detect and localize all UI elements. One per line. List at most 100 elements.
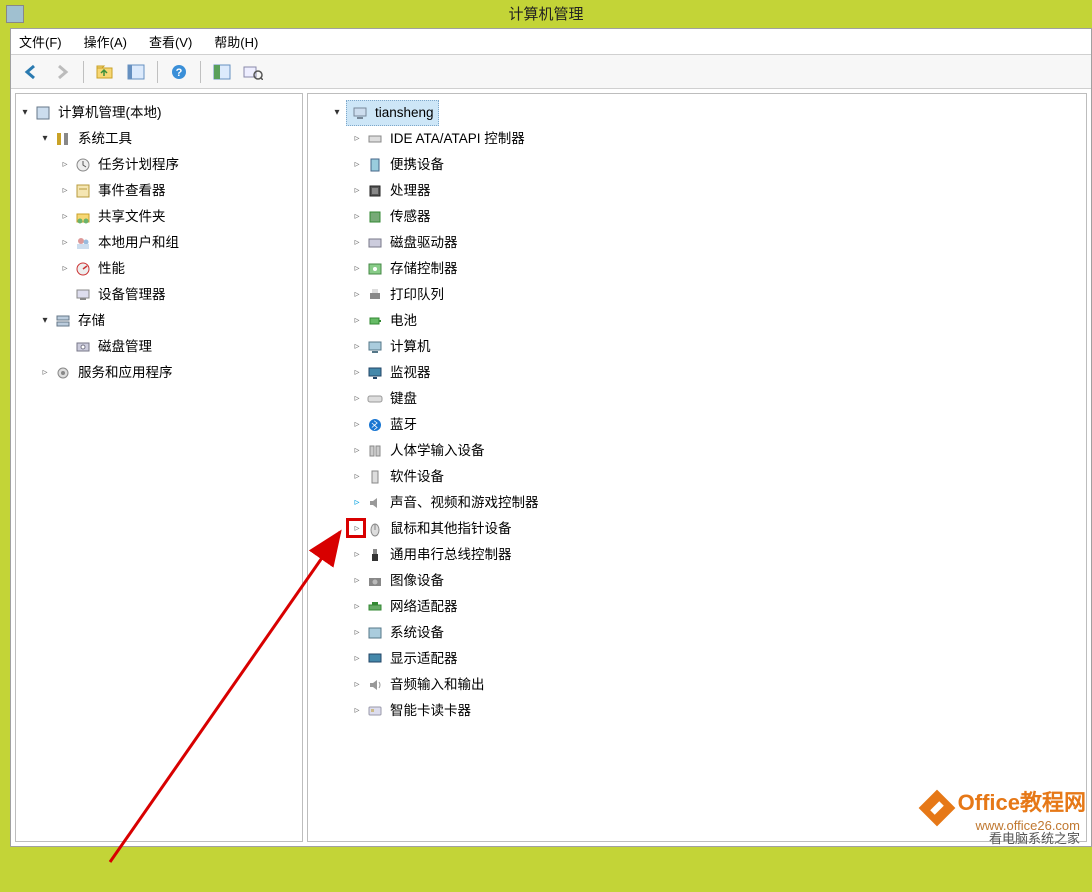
- chevron-right-icon[interactable]: ▹: [350, 158, 364, 172]
- folder-up-button[interactable]: [91, 59, 119, 85]
- device-category[interactable]: ▹ 键盘: [310, 386, 1084, 412]
- device-category[interactable]: ▹ 人体学输入设备: [310, 438, 1084, 464]
- chevron-right-icon[interactable]: ▹: [350, 340, 364, 354]
- device-category[interactable]: ▹ 蓝牙: [310, 412, 1084, 438]
- printer-icon: [366, 286, 384, 304]
- chevron-right-icon[interactable]: ▹: [350, 210, 364, 224]
- chevron-down-icon[interactable]: ▾: [38, 132, 52, 146]
- chevron-down-icon[interactable]: ▾: [38, 314, 52, 328]
- back-button[interactable]: [17, 59, 45, 85]
- chevron-right-icon[interactable]: ▹: [350, 444, 364, 458]
- chevron-down-icon[interactable]: ▾: [330, 106, 344, 120]
- chevron-right-icon[interactable]: ▹: [350, 132, 364, 146]
- chevron-right-icon[interactable]: ▹: [350, 418, 364, 432]
- device-category[interactable]: ▹ 便携设备: [310, 152, 1084, 178]
- tree-item[interactable]: 磁盘管理: [18, 334, 300, 360]
- right-tree-pane[interactable]: ▾ tiansheng ▹ IDE ATA/ATAPI 控制器 ▹ 便携设备 ▹…: [307, 93, 1087, 842]
- tree-root[interactable]: ▾ 计算机管理(本地): [18, 100, 300, 126]
- device-category[interactable]: ▹ 图像设备: [310, 568, 1084, 594]
- chevron-right-icon[interactable]: ▹: [58, 236, 72, 250]
- chevron-right-icon[interactable]: ▹: [350, 184, 364, 198]
- chevron-right-icon[interactable]: ▹: [350, 496, 364, 510]
- device-category[interactable]: ▹ 鼠标和其他指针设备: [310, 516, 1084, 542]
- properties-button[interactable]: [122, 59, 150, 85]
- device-category[interactable]: ▹ 磁盘驱动器: [310, 230, 1084, 256]
- device-category[interactable]: ▹ 通用串行总线控制器: [310, 542, 1084, 568]
- portable-icon: [366, 156, 384, 174]
- tree-item[interactable]: ▹ 服务和应用程序: [18, 360, 300, 386]
- help-button[interactable]: ?: [165, 59, 193, 85]
- device-category[interactable]: ▹ 打印队列: [310, 282, 1084, 308]
- left-tree-pane[interactable]: ▾ 计算机管理(本地) ▾ 系统工具 ▹ 任务计划程序 ▹ 事件查看器 ▹ 共享…: [15, 93, 303, 842]
- mouse-icon: [366, 520, 384, 538]
- tree-label: 本地用户和组: [98, 231, 179, 255]
- tree-item[interactable]: ▹ 事件查看器: [18, 178, 300, 204]
- chevron-right-icon[interactable]: ▹: [350, 392, 364, 406]
- menu-action[interactable]: 操作(A): [84, 32, 127, 51]
- chevron-right-icon[interactable]: ▹: [58, 158, 72, 172]
- tree-item[interactable]: ▹ 性能: [18, 256, 300, 282]
- chevron-right-icon[interactable]: ▹: [350, 548, 364, 562]
- menu-view[interactable]: 查看(V): [149, 32, 192, 51]
- menu-file[interactable]: 文件(F): [19, 32, 62, 51]
- chevron-right-icon[interactable]: ▹: [350, 704, 364, 718]
- scan-button[interactable]: [239, 59, 267, 85]
- forward-button[interactable]: [48, 59, 76, 85]
- tree-label: 存储: [78, 309, 105, 333]
- device-category[interactable]: ▹ 声音、视频和游戏控制器: [310, 490, 1084, 516]
- tree-label: 监视器: [390, 361, 431, 385]
- device-category[interactable]: ▹ 网络适配器: [310, 594, 1084, 620]
- chevron-right-icon[interactable]: ▹: [350, 600, 364, 614]
- chevron-right-icon[interactable]: ▹: [350, 522, 364, 536]
- tree-item[interactable]: 设备管理器: [18, 282, 300, 308]
- chevron-right-icon[interactable]: ▹: [350, 366, 364, 380]
- battery-icon: [366, 312, 384, 330]
- chevron-right-icon[interactable]: ▹: [38, 366, 52, 380]
- chevron-right-icon[interactable]: ▹: [350, 288, 364, 302]
- tree-label: 便携设备: [390, 153, 444, 177]
- chevron-right-icon[interactable]: ▹: [350, 574, 364, 588]
- chevron-right-icon[interactable]: ▹: [350, 652, 364, 666]
- device-category[interactable]: ▹ 智能卡读卡器: [310, 698, 1084, 724]
- tree-item[interactable]: ▾ 存储: [18, 308, 300, 334]
- device-category[interactable]: ▹ 计算机: [310, 334, 1084, 360]
- device-icon: [74, 286, 92, 304]
- device-category[interactable]: ▹ 处理器: [310, 178, 1084, 204]
- tree-item[interactable]: ▾ 系统工具: [18, 126, 300, 152]
- chevron-right-icon[interactable]: ▹: [350, 470, 364, 484]
- chevron-right-icon[interactable]: ▹: [58, 184, 72, 198]
- chevron-down-icon[interactable]: ▾: [18, 106, 32, 120]
- toolbar: ?: [11, 55, 1091, 89]
- device-category[interactable]: ▹ 音频输入和输出: [310, 672, 1084, 698]
- device-category[interactable]: ▹ 系统设备: [310, 620, 1084, 646]
- device-category[interactable]: ▹ 传感器: [310, 204, 1084, 230]
- menu-help[interactable]: 帮助(H): [214, 32, 258, 51]
- device-category[interactable]: ▹ 电池: [310, 308, 1084, 334]
- chevron-right-icon[interactable]: ▹: [350, 314, 364, 328]
- chevron-right-icon[interactable]: ▹: [350, 236, 364, 250]
- tree-item[interactable]: ▹ 本地用户和组: [18, 230, 300, 256]
- pc-icon: [351, 104, 369, 122]
- show-hide-button[interactable]: [208, 59, 236, 85]
- device-root[interactable]: ▾ tiansheng: [310, 100, 1084, 126]
- tree-item[interactable]: ▹ 共享文件夹: [18, 204, 300, 230]
- tree-label: 系统工具: [78, 127, 132, 151]
- display-icon: [366, 650, 384, 668]
- tree-label: 鼠标和其他指针设备: [390, 517, 512, 541]
- device-category[interactable]: ▹ 监视器: [310, 360, 1084, 386]
- cpu-icon: [366, 182, 384, 200]
- chevron-right-icon[interactable]: ▹: [350, 626, 364, 640]
- device-category[interactable]: ▹ 软件设备: [310, 464, 1084, 490]
- device-category[interactable]: ▹ IDE ATA/ATAPI 控制器: [310, 126, 1084, 152]
- tree-item[interactable]: ▹ 任务计划程序: [18, 152, 300, 178]
- mgmt-icon: [34, 104, 52, 122]
- titlebar: 计算机管理: [0, 0, 1092, 28]
- tree-label: 电池: [390, 309, 417, 333]
- perf-icon: [74, 260, 92, 278]
- device-category[interactable]: ▹ 存储控制器: [310, 256, 1084, 282]
- chevron-right-icon[interactable]: ▹: [350, 262, 364, 276]
- chevron-right-icon[interactable]: ▹: [58, 210, 72, 224]
- chevron-right-icon[interactable]: ▹: [58, 262, 72, 276]
- chevron-right-icon[interactable]: ▹: [350, 678, 364, 692]
- device-category[interactable]: ▹ 显示适配器: [310, 646, 1084, 672]
